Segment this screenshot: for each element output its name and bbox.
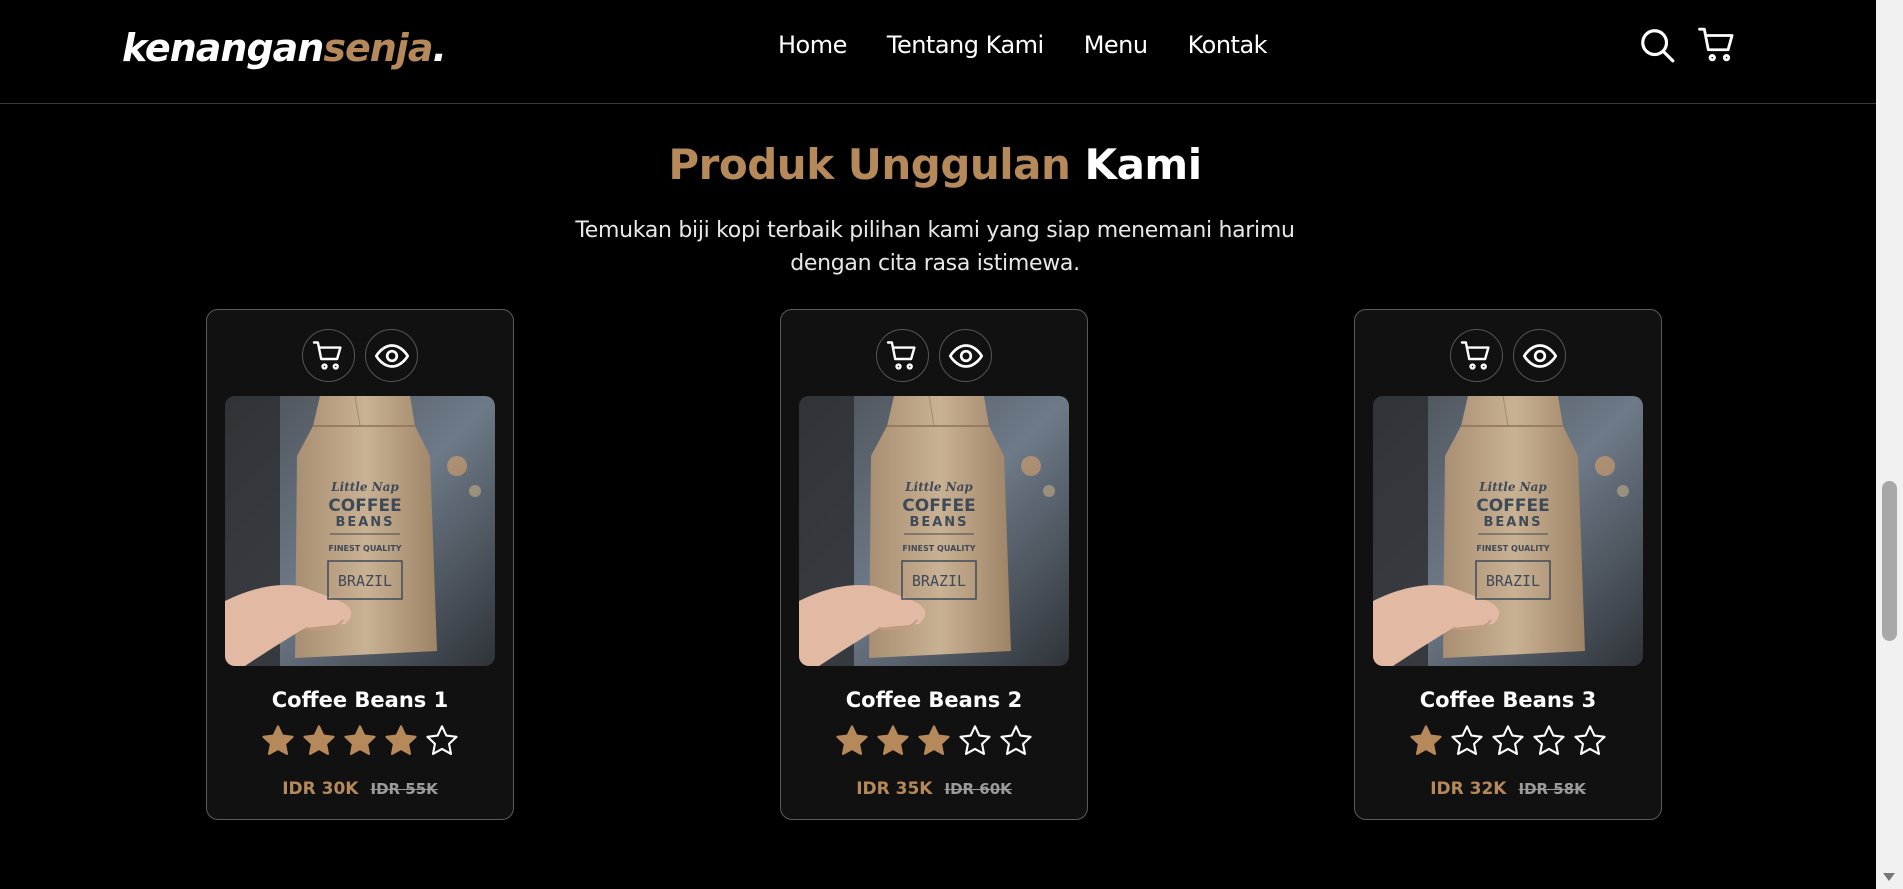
view-product-button[interactable] — [939, 329, 992, 382]
eye-icon — [374, 343, 409, 368]
product-image-art: Little Nap COFFEEBEANS FINEST QUALITY BRAZI… — [1373, 396, 1643, 666]
navbar: kenangansenja. Home Tentang Kami Menu Ko… — [0, 0, 1876, 104]
star-icon — [426, 725, 458, 755]
star-icon — [1533, 725, 1565, 755]
bag-origin-text: BRAZIL — [912, 572, 966, 590]
star-icon — [385, 725, 417, 755]
star-icon — [959, 725, 991, 755]
cart-icon — [1460, 340, 1490, 370]
product-image[interactable]: Little Nap COFFEE BEANS FINEST QUALITY BRAZI… — [1373, 396, 1643, 666]
nav-link-menu[interactable]: Menu — [1084, 31, 1148, 59]
nav-link-home[interactable]: Home — [778, 31, 847, 59]
section-subtitle: Temukan biji kopi terbaik pilihan kami y… — [575, 218, 1295, 276]
product-card: Little Nap COFFEE BEANS FINEST QUALITY BRAZI… — [206, 309, 514, 820]
card-actions — [781, 329, 1087, 382]
product-old-price: IDR 55K — [370, 780, 438, 798]
card-actions — [1355, 329, 1661, 382]
brand-name-accent: senja — [323, 26, 433, 70]
search-icon — [1641, 29, 1675, 63]
bag-line1-text: COFFEE — [902, 496, 975, 516]
product-price: IDR 35K — [856, 779, 933, 799]
bag-brand-text: Little Nap — [904, 480, 973, 494]
product-old-price: IDR 60K — [944, 780, 1012, 798]
product-image-art: Little Nap COFFEEBEANS FINEST QUALITY BRAZI… — [799, 396, 1069, 666]
add-to-cart-button[interactable] — [1450, 329, 1503, 382]
star-icon — [1574, 725, 1606, 755]
main-nav: Home Tentang Kami Menu Kontak — [778, 31, 1268, 59]
star-icon — [344, 725, 376, 755]
scroll-down-arrow-icon[interactable] — [1883, 873, 1895, 881]
section-title-accent: Produk Unggulan — [668, 140, 1071, 189]
bag-quality-text: FINEST QUALITY — [902, 544, 975, 553]
product-rating — [207, 723, 513, 759]
bag-line1-text: COFFEE — [1476, 496, 1549, 516]
price-row: IDR 30K IDR 55K — [207, 779, 513, 799]
add-to-cart-button[interactable] — [302, 329, 355, 382]
product-image-art: Little Nap COFFEEBEANS FINEST QUALITY BRAZI… — [225, 396, 495, 666]
product-name[interactable]: Coffee Beans 3 — [1355, 688, 1661, 712]
price-row: IDR 35K IDR 60K — [781, 779, 1087, 799]
eye-icon — [948, 343, 983, 368]
page: kenangansenja. Home Tentang Kami Menu Ko… — [0, 0, 1903, 889]
product-rating — [781, 723, 1087, 759]
brand-logo[interactable]: kenangansenja. — [122, 26, 447, 70]
product-image[interactable]: Little Nap COFFEE BEANS FINEST QUALITY BRAZI… — [225, 396, 495, 666]
view-product-button[interactable] — [365, 329, 418, 382]
star-icon — [1492, 725, 1524, 755]
scrollbar[interactable] — [1876, 0, 1903, 889]
nav-icons — [1638, 26, 1736, 64]
bag-line2-text: BEANS — [335, 515, 394, 530]
brand-name-dot: . — [432, 26, 446, 70]
star-icon — [1000, 725, 1032, 755]
product-name[interactable]: Coffee Beans 2 — [781, 688, 1087, 712]
product-image[interactable]: Little Nap COFFEE BEANS FINEST QUALITY BRAZI… — [799, 396, 1069, 666]
bag-line1-text: COFFEE — [328, 496, 401, 516]
view-product-button[interactable] — [1513, 329, 1566, 382]
product-old-price: IDR 58K — [1518, 780, 1586, 798]
star-icon — [918, 725, 950, 755]
bag-quality-text: FINEST QUALITY — [328, 544, 401, 553]
star-icon — [877, 725, 909, 755]
cart-icon — [1698, 27, 1734, 62]
bag-line2-text: BEANS — [1483, 515, 1542, 530]
section-title: Produk Unggulan Kami — [0, 140, 1870, 189]
product-rating — [1355, 723, 1661, 759]
brand-name-main: kenangan — [122, 26, 324, 70]
star-icon — [262, 725, 294, 755]
product-price: IDR 30K — [282, 779, 359, 799]
star-icon — [303, 725, 335, 755]
cart-button[interactable] — [1698, 26, 1736, 64]
bag-brand-text: Little Nap — [330, 480, 399, 494]
search-button[interactable] — [1638, 26, 1676, 64]
cart-icon — [886, 340, 916, 370]
product-name[interactable]: Coffee Beans 1 — [207, 688, 513, 712]
bag-origin-text: BRAZIL — [338, 572, 392, 590]
bag-origin-text: BRAZIL — [1486, 572, 1540, 590]
nav-link-kontak[interactable]: Kontak — [1188, 31, 1268, 59]
cart-icon — [312, 340, 342, 370]
bag-brand-text: Little Nap — [1478, 480, 1547, 494]
add-to-cart-button[interactable] — [876, 329, 929, 382]
star-icon — [836, 725, 868, 755]
price-row: IDR 32K IDR 58K — [1355, 779, 1661, 799]
product-card: Little Nap COFFEE BEANS FINEST QUALITY BRAZI… — [1354, 309, 1662, 820]
nav-link-tentang-kami[interactable]: Tentang Kami — [887, 31, 1044, 59]
bag-quality-text: FINEST QUALITY — [1476, 544, 1549, 553]
product-card: Little Nap COFFEE BEANS FINEST QUALITY BRAZI… — [780, 309, 1088, 820]
bag-line2-text: BEANS — [909, 515, 968, 530]
star-icon — [1410, 725, 1442, 755]
section-title-rest: Kami — [1084, 140, 1203, 189]
star-icon — [1451, 725, 1483, 755]
product-price: IDR 32K — [1430, 779, 1507, 799]
scrollbar-thumb[interactable] — [1882, 481, 1897, 641]
eye-icon — [1522, 343, 1557, 368]
card-actions — [207, 329, 513, 382]
